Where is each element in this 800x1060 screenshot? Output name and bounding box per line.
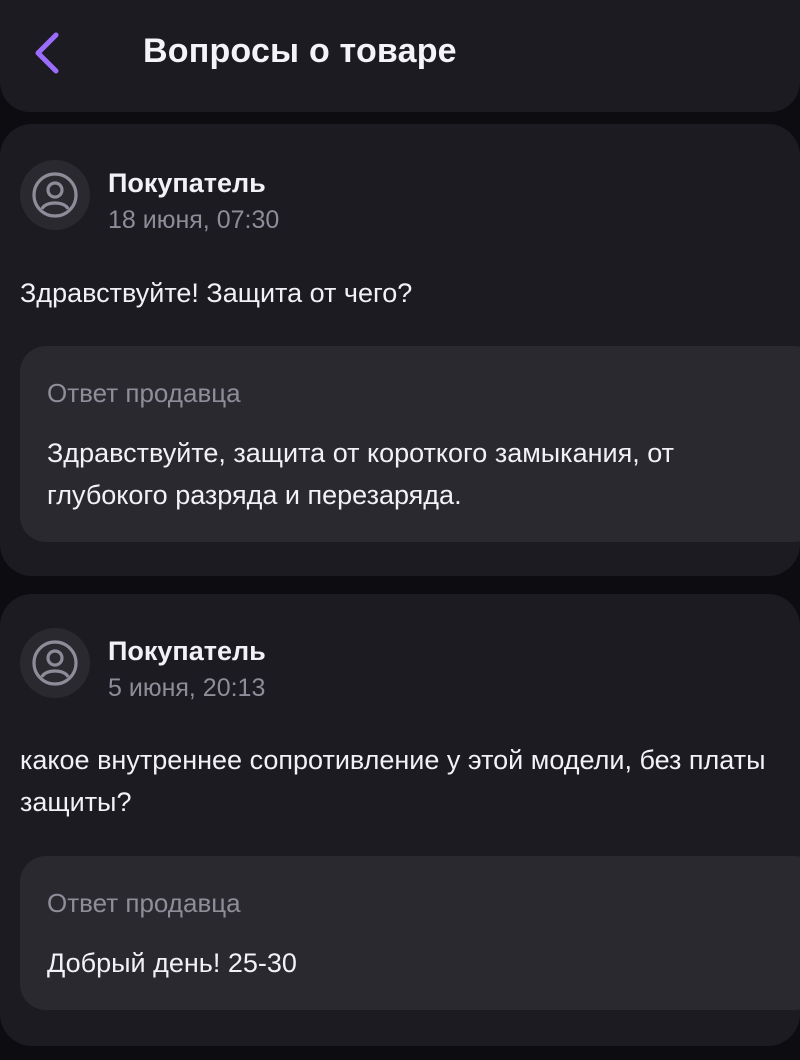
avatar [20,160,90,230]
question-text: какое внутреннее сопротивление у этой мо… [20,745,766,817]
author-name: Покупатель [108,168,266,198]
avatar [20,628,90,698]
user-icon [32,172,78,218]
page-title: Вопросы о товаре [143,32,457,70]
question-date: 18 июня, 07:30 [108,206,280,234]
question-text: Здравствуйте! Защита от чего? [20,278,413,308]
back-button[interactable] [22,28,72,78]
chevron-left-icon [35,32,59,74]
question-date: 5 июня, 20:13 [108,674,266,702]
question-card: Покупатель 18 июня, 07:30 Здравствуйте! … [0,124,800,576]
author-name: Покупатель [108,636,266,666]
answer-text: Здравствуйте, защита от короткого замыка… [47,438,675,510]
question-card: Покупатель 5 июня, 20:13 какое внутренне… [0,594,800,1046]
answer-label: Ответ продавца [47,378,241,408]
seller-answer: Ответ продавца Добрый день! 25-30 [20,856,800,1010]
answer-text: Добрый день! 25-30 [47,948,297,978]
user-icon [32,640,78,686]
answer-label: Ответ продавца [47,888,241,918]
top-bar: Вопросы о товаре [0,0,800,112]
seller-answer: Ответ продавца Здравствуйте, защита от к… [20,346,800,542]
